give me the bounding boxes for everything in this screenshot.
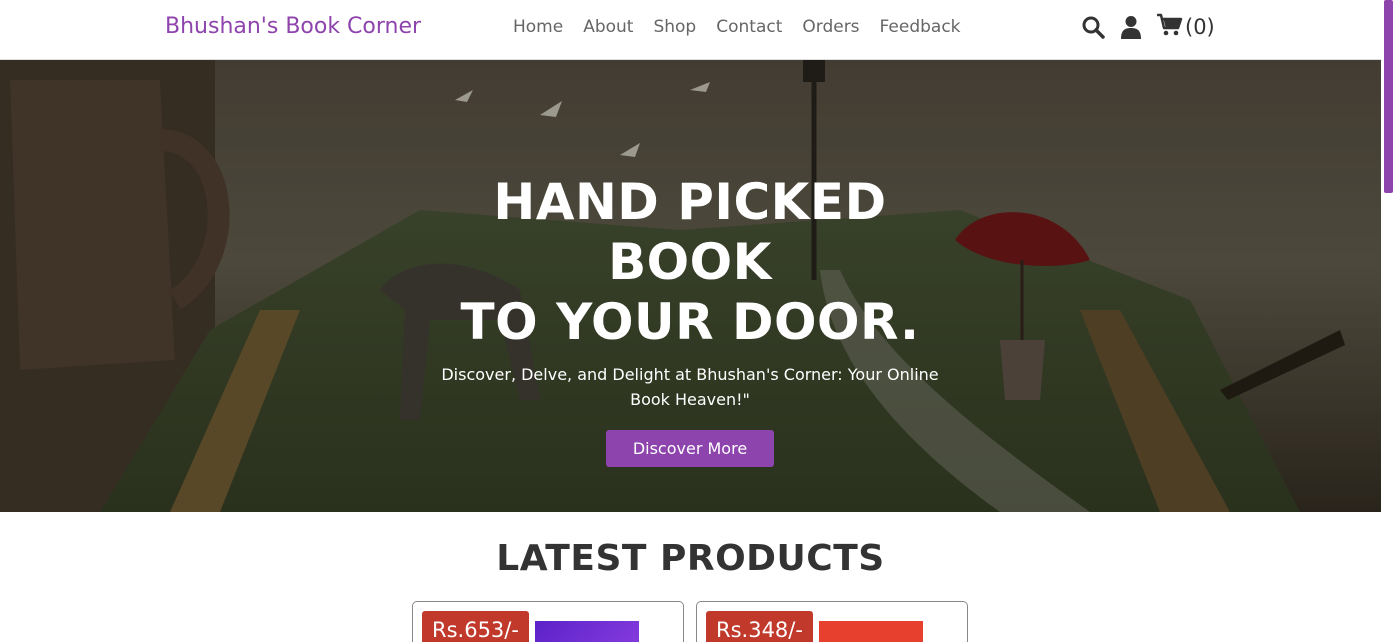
- nav-feedback[interactable]: Feedback: [880, 17, 961, 37]
- nav-home[interactable]: Home: [513, 17, 563, 37]
- nav-about[interactable]: About: [583, 17, 633, 37]
- page-scrollbar[interactable]: [1381, 0, 1396, 642]
- main-nav: Home About Shop Contact Orders Feedback: [513, 17, 961, 37]
- site-logo[interactable]: Bhushan's Book Corner: [165, 14, 421, 39]
- hero-banner: HAND PICKED BOOK TO YOUR DOOR. Discover,…: [0, 60, 1381, 512]
- user-icon[interactable]: [1118, 14, 1144, 40]
- cart-count: (0): [1185, 15, 1215, 39]
- book-cover-image: [535, 621, 639, 642]
- header-icons: (0): [1080, 13, 1215, 41]
- scrollbar-thumb[interactable]: [1384, 0, 1393, 193]
- hero-title: HAND PICKED BOOK TO YOUR DOOR.: [430, 172, 950, 352]
- hero-subtitle: Discover, Delve, and Delight at Bhushan'…: [441, 365, 939, 409]
- cart-button[interactable]: (0): [1156, 13, 1215, 41]
- hero-content: HAND PICKED BOOK TO YOUR DOOR. Discover,…: [430, 172, 950, 467]
- nav-orders[interactable]: Orders: [802, 17, 859, 37]
- search-icon[interactable]: [1080, 14, 1106, 40]
- latest-products-title: LATEST PRODUCTS: [496, 538, 885, 579]
- nav-contact[interactable]: Contact: [716, 17, 782, 37]
- discover-more-button[interactable]: Discover More: [605, 430, 775, 467]
- nav-shop[interactable]: Shop: [653, 17, 696, 37]
- hero-title-line2: TO YOUR DOOR.: [460, 293, 920, 351]
- hero-title-line1: HAND PICKED BOOK: [493, 173, 887, 291]
- product-card[interactable]: Rs.653/-: [412, 601, 684, 642]
- price-badge: Rs.653/-: [422, 611, 529, 642]
- book-cover-image: [819, 621, 923, 642]
- product-card[interactable]: Rs.348/-: [696, 601, 968, 642]
- cart-icon: [1156, 13, 1183, 41]
- site-header: Bhushan's Book Corner Home About Shop Co…: [0, 0, 1381, 60]
- price-badge: Rs.348/-: [706, 611, 813, 642]
